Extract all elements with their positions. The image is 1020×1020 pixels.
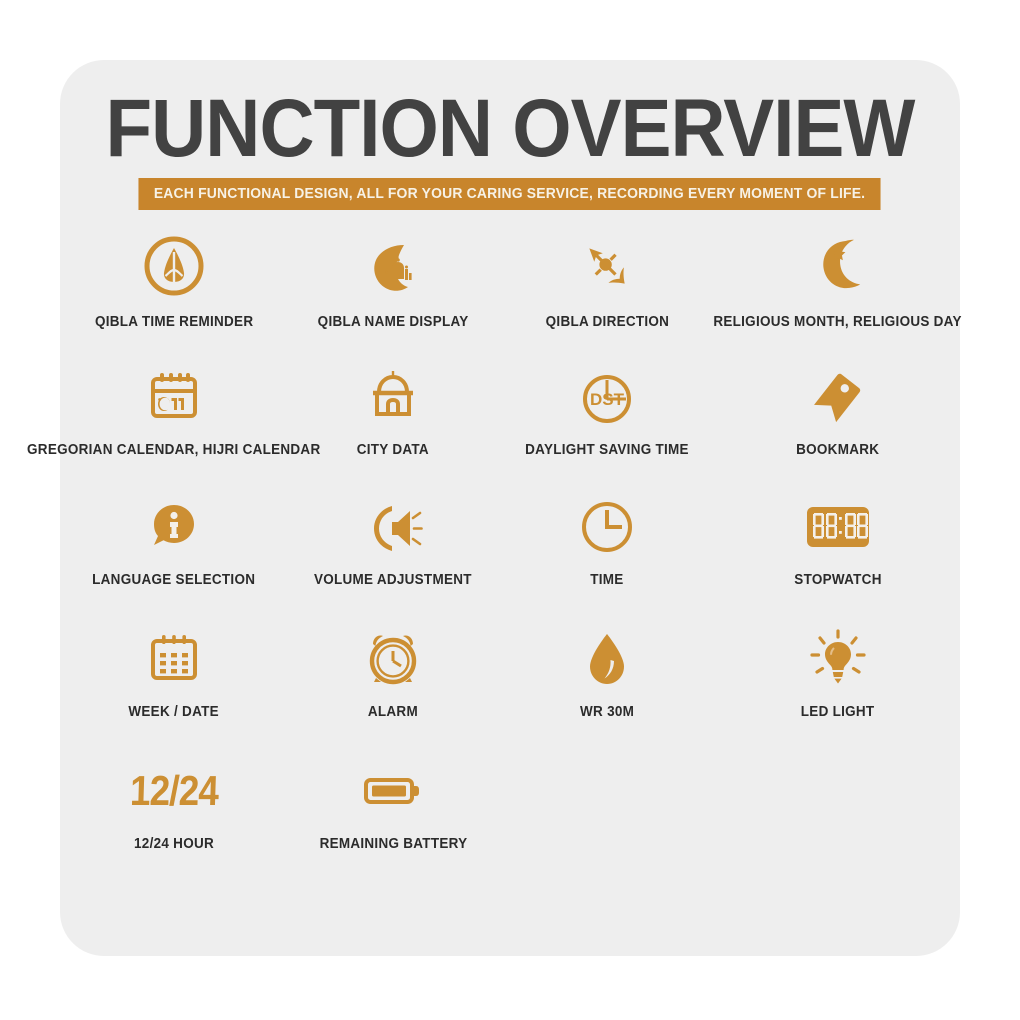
feature-label: WR 30M [579,704,635,720]
twelve-twentyfour-text-icon: 12/24 [124,748,224,834]
feature-label: REMAINING BATTERY [319,836,467,852]
subtitle-banner: EACH FUNCTIONAL DESIGN, ALL FOR YOUR CAR… [138,178,882,210]
clock-icon [576,484,638,570]
feature-label: DAYLIGHT SAVING TIME [525,442,689,458]
feature-item-qibla-direction[interactable]: QIBLA DIRECTION [498,226,716,330]
feature-label: STOPWATCH [794,572,882,588]
alarm-clock-icon [362,616,424,702]
feature-item-qibla-time-reminder[interactable]: QIBLA TIME REMINDER [60,226,288,330]
dst-glyph: DST [590,390,625,409]
compass-needle-icon [576,226,638,306]
praying-hands-circle-icon [143,226,205,306]
feature-item-empty [498,748,716,852]
feature-item-empty [716,748,960,852]
feature-item-12-24-hour[interactable]: 12/24 12/24 HOUR [60,748,288,852]
feature-row: QIBLA TIME REMINDER QIBLA NAME DISPLAY Q… [60,226,963,330]
crescent-star-icon [807,226,869,306]
crescent-mosque-icon [362,226,424,306]
feature-label: ALARM [367,704,419,720]
function-overview-card: FUNCTION OVERVIEW EACH FUNCTIONAL DESIGN… [27,60,963,956]
feature-label: LANGUAGE SELECTION [92,572,256,588]
calendar-hijri-icon [143,354,205,440]
feature-label: QIBLA NAME DISPLAY [317,314,469,330]
feature-label: TIME [590,572,624,588]
feature-label: WEEK / DATE [128,704,220,720]
feature-item-stopwatch[interactable]: STOPWATCH [716,484,960,588]
feature-item-bookmark[interactable]: BOOKMARK [716,354,960,458]
feature-item-wr-30m[interactable]: WR 30M [498,616,716,720]
feature-label: 12/24 HOUR [133,836,214,852]
feature-label: RELIGIOUS MONTH, RELIGIOUS DAY [713,314,963,330]
water-drop-icon [576,616,638,702]
feature-item-language-selection[interactable]: LANGUAGE SELECTION [60,484,288,588]
feature-row: GREGORIAN CALENDAR, HIJRI CALENDAR CITY … [27,354,960,458]
feature-item-week-date[interactable]: WEEK / DATE [60,616,288,720]
calendar-grid-icon [143,616,205,702]
feature-item-remaining-battery[interactable]: REMAINING BATTERY [288,748,498,852]
feature-label: VOLUME ADJUSTMENT [314,572,472,588]
bookmark-tag-icon [807,354,869,440]
feature-item-gregorian-hijri-calendar[interactable]: GREGORIAN CALENDAR, HIJRI CALENDAR [27,354,320,458]
feature-item-daylight-saving-time[interactable]: DST DAYLIGHT SAVING TIME [498,354,716,458]
domed-building-icon [362,354,424,440]
feature-grid: QIBLA TIME REMINDER QIBLA NAME DISPLAY Q… [27,226,963,858]
feature-item-qibla-name-display[interactable]: QIBLA NAME DISPLAY [288,226,498,330]
feature-label: QIBLA TIME REMINDER [94,314,254,330]
page-title: FUNCTION OVERVIEW [105,83,916,174]
page-root: FUNCTION OVERVIEW EACH FUNCTIONAL DESIGN… [0,0,1020,1020]
feature-item-alarm[interactable]: ALARM [288,616,498,720]
feature-item-time[interactable]: TIME [498,484,716,588]
feature-label: LED LIGHT [801,704,875,720]
feature-label: BOOKMARK [796,442,880,458]
feature-item-led-light[interactable]: LED LIGHT [716,616,960,720]
speaker-volume-icon [362,484,424,570]
feature-item-volume-adjustment[interactable]: VOLUME ADJUSTMENT [288,484,498,588]
dst-clock-icon: DST [576,354,638,440]
feature-row: WEEK / DATE ALARM WR 30M LED LIGHT [60,616,960,720]
feature-label: CITY DATA [356,442,430,458]
feature-row: 12/24 12/24 HOUR REMAINING BATTERY [60,748,960,852]
feature-item-religious-month-day[interactable]: RELIGIOUS MONTH, RELIGIOUS DAY [713,226,963,330]
battery-icon [362,748,424,834]
feature-row: LANGUAGE SELECTION VOLUME ADJUSTMENT TIM… [60,484,960,588]
info-bubble-icon [143,484,205,570]
twelve-twentyfour-glyph: 12/24 [129,767,219,814]
feature-label: GREGORIAN CALENDAR, HIJRI CALENDAR [27,442,321,458]
digital-display-icon [805,484,871,570]
light-bulb-icon [807,616,869,702]
feature-label: QIBLA DIRECTION [545,314,669,330]
subtitle-banner-wrap: EACH FUNCTIONAL DESIGN, ALL FOR YOUR CAR… [60,178,960,210]
